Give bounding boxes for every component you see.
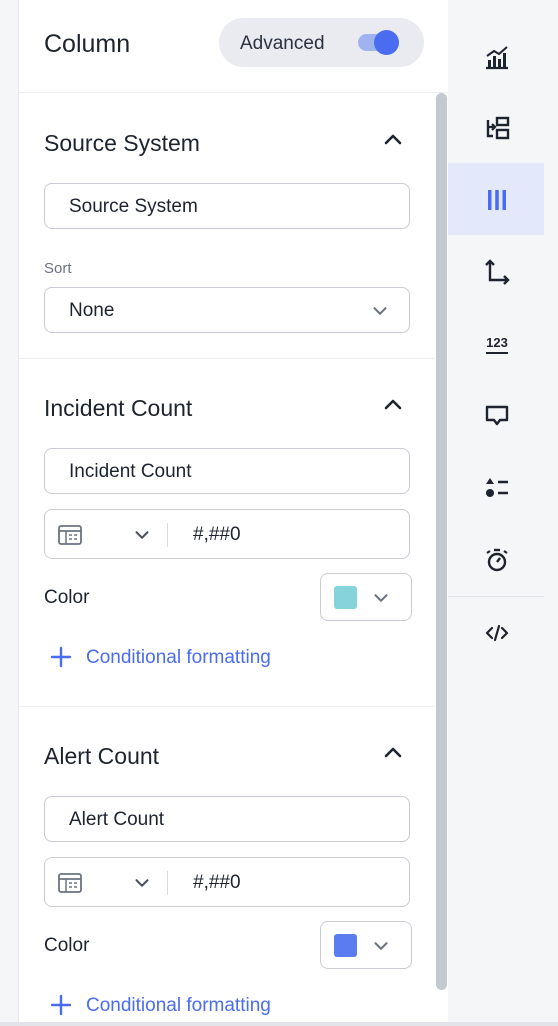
number-format-field[interactable]: #,##0 bbox=[44, 857, 410, 907]
legend-icon bbox=[486, 478, 508, 497]
chevron-up-icon[interactable] bbox=[381, 393, 405, 417]
column-name-input[interactable]: Alert Count bbox=[44, 796, 410, 842]
sort-select[interactable]: None bbox=[44, 287, 410, 333]
panel-header: Column Advanced bbox=[19, 0, 448, 93]
panel-title: Column bbox=[44, 30, 131, 58]
column-settings-panel: Column Advanced Source System Source Sys… bbox=[18, 0, 449, 1022]
plus-icon bbox=[50, 994, 72, 1016]
chevron-down-icon bbox=[373, 307, 387, 315]
column-name-value: Alert Count bbox=[69, 809, 165, 830]
section-title-alert-count: Alert Count bbox=[44, 743, 160, 769]
section-title-source-system: Source System bbox=[44, 130, 200, 156]
conditional-formatting-label: Conditional formatting bbox=[86, 647, 271, 668]
section-divider bbox=[19, 358, 435, 359]
color-label: Color bbox=[44, 935, 90, 956]
axis-icon bbox=[485, 259, 510, 285]
code-button[interactable] bbox=[448, 596, 544, 668]
table-format-icon bbox=[58, 873, 82, 893]
chevron-up-icon[interactable] bbox=[381, 741, 405, 765]
column-name-value: Incident Count bbox=[69, 461, 192, 482]
sort-value: None bbox=[69, 300, 115, 321]
color-swatch bbox=[334, 586, 357, 609]
advanced-label: Advanced bbox=[240, 33, 325, 54]
format-separator bbox=[167, 523, 168, 547]
number-format-field[interactable]: #,##0 bbox=[44, 509, 410, 559]
timer-icon bbox=[486, 548, 508, 572]
number-format-value[interactable]: #,##0 bbox=[193, 872, 241, 894]
advanced-toggle[interactable]: Advanced bbox=[219, 18, 424, 67]
right-icon-rail: 123 bbox=[448, 0, 558, 1022]
format-separator bbox=[167, 871, 168, 895]
column-name-value: Source System bbox=[69, 196, 198, 217]
timer-button[interactable] bbox=[448, 523, 544, 595]
column-name-input[interactable]: Source System bbox=[44, 183, 410, 229]
tooltip-icon bbox=[485, 405, 509, 426]
transform-icon bbox=[486, 116, 510, 140]
toggle-knob[interactable] bbox=[374, 30, 399, 55]
chevron-down-icon bbox=[374, 942, 388, 950]
section-divider bbox=[19, 706, 435, 707]
axis-button[interactable] bbox=[448, 235, 544, 307]
svg-text:123: 123 bbox=[486, 335, 508, 350]
column-button[interactable] bbox=[448, 163, 544, 235]
code-icon bbox=[485, 624, 509, 642]
chevron-up-icon[interactable] bbox=[381, 128, 405, 152]
chevron-down-icon[interactable] bbox=[131, 524, 153, 546]
section-title-incident-count: Incident Count bbox=[44, 395, 193, 421]
color-picker[interactable] bbox=[320, 921, 412, 969]
chevron-down-icon[interactable] bbox=[131, 872, 153, 894]
chart-type-button[interactable] bbox=[448, 20, 544, 92]
column-icon bbox=[488, 190, 506, 210]
conditional-formatting-label: Conditional formatting bbox=[86, 995, 271, 1016]
tooltip-button[interactable] bbox=[448, 379, 544, 451]
chevron-down-icon bbox=[374, 594, 388, 602]
plus-icon bbox=[50, 646, 72, 668]
number-format-value[interactable]: #,##0 bbox=[193, 524, 241, 546]
chart-type-icon bbox=[486, 46, 508, 70]
scrollbar[interactable] bbox=[436, 93, 447, 990]
bottom-scroll-edge bbox=[0, 1022, 558, 1026]
number-format-icon: 123 bbox=[486, 335, 508, 354]
color-picker[interactable] bbox=[320, 573, 412, 621]
column-name-input[interactable]: Incident Count bbox=[44, 448, 410, 494]
table-format-icon bbox=[58, 525, 82, 545]
color-label: Color bbox=[44, 587, 90, 608]
transform-button[interactable] bbox=[448, 91, 544, 163]
legend-button[interactable] bbox=[448, 451, 544, 523]
sort-label: Sort bbox=[44, 260, 72, 277]
number-format-button[interactable]: 123 bbox=[448, 307, 544, 379]
color-swatch bbox=[334, 934, 357, 957]
